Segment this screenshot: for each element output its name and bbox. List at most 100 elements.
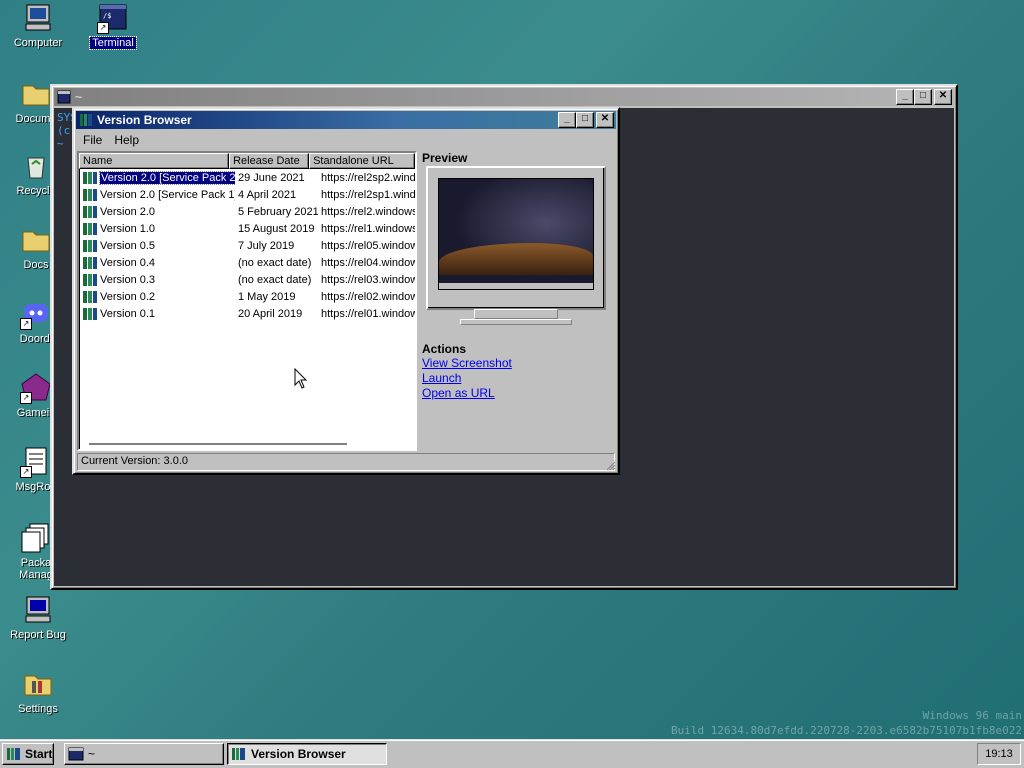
taskbar: Start ~ Version Browser 19:13 [0, 739, 1024, 768]
standalone-url-cell: https://rel1.windows [321, 222, 415, 235]
version-name-cell: Version 2.0 [Service Pack 2] [79, 170, 235, 185]
release-date-cell: (no exact date) [238, 256, 312, 269]
version-icon [83, 256, 97, 269]
task-label: ~ [88, 747, 96, 761]
release-date-cell: (no exact date) [238, 273, 312, 286]
actions-list: View Screenshot Launch Open as URL [422, 356, 512, 401]
desktop-icon-label: Docs [23, 259, 49, 271]
version-browser-window[interactable]: Version Browser _ □ ✕ File Help Name Rel… [72, 107, 620, 475]
view-screenshot-link[interactable]: View Screenshot [422, 356, 512, 371]
desktop-icon-label: Doordi [19, 333, 53, 345]
desktop-icon-terminal[interactable]: /$ ↗ Terminal [77, 2, 149, 50]
start-label: Start [25, 747, 53, 761]
desktop-icon-label: Terminal [89, 36, 137, 50]
menu-help[interactable]: Help [108, 133, 145, 147]
version-name-cell: Version 0.2 [79, 290, 235, 304]
table-row[interactable]: Version 0.4 (no exact date) https://rel04.… [79, 254, 415, 271]
version-name: Version 0.4 [100, 256, 156, 269]
table-row[interactable]: Version 0.2 1 May 2019 https://rel02.windo… [79, 288, 415, 305]
desktop-icon-report-bug[interactable]: Report Bug [2, 594, 74, 641]
horizontal-scrollbar[interactable] [89, 443, 347, 445]
release-date-cell: 20 April 2019 [238, 307, 303, 320]
version-browser-icon [80, 114, 92, 126]
terminal-icon: /$ ↗ [97, 2, 129, 34]
message-icon: ↗ [20, 446, 52, 478]
version-name: Version 2.0 [Service Pack 1] [100, 188, 235, 201]
release-date-cell: 29 June 2021 [238, 171, 305, 184]
start-logo-icon [7, 748, 20, 760]
close-button[interactable]: ✕ [596, 112, 614, 128]
table-row[interactable]: Version 1.0 15 August 2019 https://rel1.wi… [79, 220, 415, 237]
terminal-titlebar[interactable]: ~ _ □ ✕ [54, 88, 954, 106]
release-date-cell: 1 May 2019 [238, 290, 296, 303]
close-button[interactable]: ✕ [934, 89, 952, 105]
task-label: Version Browser [251, 747, 346, 761]
table-row[interactable]: Version 0.3 (no exact date) https://rel03.… [79, 271, 415, 288]
desktop-icon-label: Packa [20, 557, 52, 569]
release-date-cell: 7 July 2019 [238, 239, 295, 252]
standalone-url-cell: https://rel04.window [321, 256, 415, 269]
folder-icon [20, 224, 52, 256]
table-row[interactable]: Version 0.5 7 July 2019 https://rel05.wind… [79, 237, 415, 254]
build-info-line-1: Windows 96 main [922, 709, 1022, 722]
version-name: Version 0.2 [100, 290, 156, 303]
maximize-button[interactable]: □ [576, 112, 594, 128]
version-name: Version 1.0 [100, 222, 156, 235]
standalone-url-cell: https://rel03.window [321, 273, 415, 286]
version-name: Version 0.1 [100, 307, 156, 320]
open-as-url-link[interactable]: Open as URL [422, 386, 512, 401]
version-name: Version 2.0 [Service Pack 2] [99, 170, 235, 185]
version-name-cell: Version 0.5 [79, 239, 235, 253]
terminal-title: ~ [75, 90, 83, 104]
column-header-release-date[interactable]: Release Date [229, 153, 310, 169]
discord-icon: ↗ [20, 298, 52, 330]
folder-icon [20, 78, 52, 110]
standalone-url-cell: https://rel2sp1.windo [321, 188, 415, 201]
version-icon [83, 188, 97, 201]
monitor-frame [426, 166, 606, 310]
version-browser-titlebar[interactable]: Version Browser _ □ ✕ [76, 111, 616, 129]
shortcut-arrow-icon: ↗ [20, 392, 32, 404]
monitor-base [460, 319, 572, 325]
launch-link[interactable]: Launch [422, 371, 512, 386]
table-row[interactable]: Version 2.0 5 February 2021 https://rel2.w… [79, 203, 415, 220]
maximize-button[interactable]: □ [914, 89, 932, 105]
table-row[interactable]: Version 2.0 [Service Pack 1] 4 April 2021… [79, 186, 415, 203]
version-name-cell: Version 2.0 [79, 205, 235, 219]
start-button[interactable]: Start [2, 743, 54, 765]
preview-panel: Preview Actions View Screenshot Launch O… [422, 151, 612, 447]
table-row[interactable]: Version 2.0 [Service Pack 2] 29 June 2021… [79, 169, 415, 186]
build-info-line-2: Build 12634.80d7efdd.220728-2203.e6582b7… [671, 724, 1022, 737]
minimize-button[interactable]: _ [896, 89, 914, 105]
version-browser-icon [232, 748, 245, 760]
column-header-url[interactable]: Standalone URL [309, 153, 415, 169]
minimize-button[interactable]: _ [558, 112, 576, 128]
taskbar-task-version-browser[interactable]: Version Browser [227, 743, 387, 765]
version-name: Version 2.0 [100, 205, 156, 218]
standalone-url-cell: https://rel2.windows [321, 205, 415, 218]
game-icon: ↗ [20, 372, 52, 404]
package-icon [20, 522, 52, 554]
desktop-icon-label: Report Bug [10, 629, 66, 641]
svg-text:/$: /$ [103, 12, 111, 20]
preview-screenshot[interactable] [438, 178, 594, 290]
version-icon [83, 222, 97, 235]
release-date-cell: 15 August 2019 [238, 222, 315, 235]
shortcut-arrow-icon: ↗ [97, 22, 109, 34]
clock[interactable]: 19:13 [977, 743, 1021, 765]
taskbar-task-terminal[interactable]: ~ [64, 743, 224, 765]
version-name-cell: Version 1.0 [79, 222, 235, 236]
mouse-cursor-icon [294, 368, 308, 389]
version-icon [83, 307, 97, 320]
table-row[interactable]: Version 0.1 20 April 2019 https://rel01.wi… [79, 305, 415, 322]
shortcut-arrow-icon: ↗ [20, 466, 32, 478]
version-list[interactable]: Name Release Date Standalone URL Version… [77, 151, 417, 451]
standalone-url-cell: https://rel05.window [321, 239, 415, 252]
resize-grip-icon[interactable] [604, 459, 616, 471]
preview-heading: Preview [422, 151, 468, 165]
menu-file[interactable]: File [77, 133, 108, 147]
standalone-url-cell: https://rel2sp2.wind [321, 171, 415, 184]
desktop-icon-settings[interactable]: Settings [2, 668, 74, 715]
column-header-name[interactable]: Name [79, 153, 230, 169]
desktop-icon-computer[interactable]: Computer [2, 2, 74, 49]
